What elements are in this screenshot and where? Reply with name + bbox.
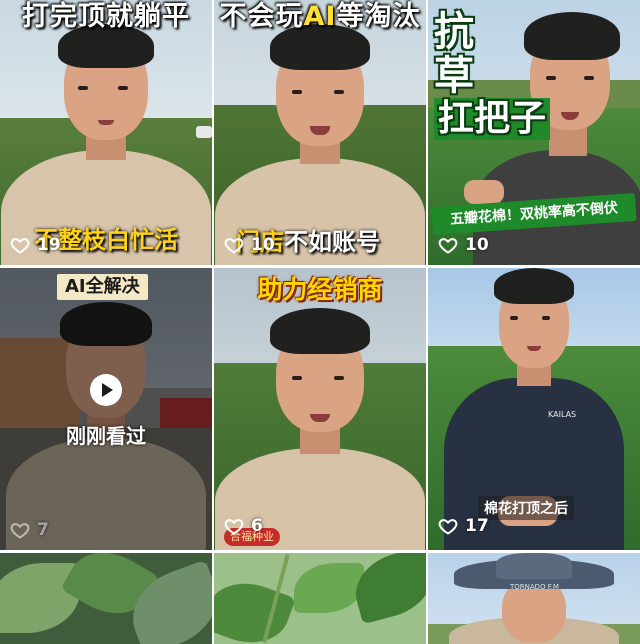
title-line: 抗 [434, 9, 474, 55]
heart-icon [224, 519, 244, 535]
top-caption: 打完顶就躺平 [22, 1, 190, 32]
sub-caption: 棉花打顶之后 [478, 496, 574, 520]
video-thumbnail [214, 553, 426, 644]
like-count: 6 [224, 516, 263, 536]
like-count: 10 [224, 235, 275, 255]
top-caption: 助力经销商 [257, 275, 383, 304]
like-number: 17 [465, 516, 489, 536]
top-caption: 不会玩AI等淘汰 [214, 0, 426, 33]
video-card[interactable] [214, 553, 426, 644]
title-line: 扛把子 [434, 98, 551, 140]
video-card[interactable]: AI全解决 刚刚看过 7 [0, 268, 212, 550]
video-thumbnail [0, 553, 212, 644]
top-caption-part2: 等淘汰 [336, 1, 421, 32]
video-card[interactable] [0, 553, 212, 644]
like-count: 10 [438, 235, 489, 255]
hat-logo: TORNADO F.M [510, 583, 559, 591]
ai-badge: AI全解决 [57, 274, 148, 300]
heart-icon [438, 519, 458, 535]
like-count: 19 [10, 235, 61, 255]
video-card[interactable]: TORNADO F.M [428, 553, 640, 644]
title-line: 草 [434, 53, 474, 99]
heart-icon [438, 238, 458, 254]
video-card[interactable]: 不会玩AI等淘汰 门店不如账号 10 [214, 0, 426, 265]
video-thumbnail [428, 553, 640, 644]
watched-overlay [0, 268, 212, 550]
video-title: 抗 草 扛把子 [434, 9, 551, 140]
like-count: 7 [10, 520, 49, 540]
video-card[interactable]: 抗 草 扛把子 五瓣花棉！双桃率高不倒伏 10 [428, 0, 640, 265]
video-thumbnail [214, 268, 426, 550]
jacket-logo: KAILAS [548, 410, 577, 419]
bottom-caption-text: 不如账号 [284, 228, 380, 256]
video-grid: 打完顶就躺平 不整枝白忙活 19 不会玩AI等淘汰 门店不如账号 10 抗 草 … [0, 0, 640, 644]
like-number: 10 [251, 235, 275, 255]
like-count: 17 [438, 516, 489, 536]
top-caption-part1: 不会玩 [219, 1, 304, 32]
play-icon[interactable] [90, 374, 122, 406]
like-number: 7 [37, 520, 49, 540]
like-number: 10 [465, 235, 489, 255]
recently-watched-label: 刚刚看过 [66, 424, 146, 448]
like-number: 19 [37, 235, 61, 255]
heart-icon [10, 238, 30, 254]
video-card[interactable]: 助力经销商 合福种业 6 [214, 268, 426, 550]
video-card[interactable]: 打完顶就躺平 不整枝白忙活 19 [0, 0, 212, 265]
video-card[interactable]: KAILAS 棉花打顶之后 17 [428, 268, 640, 550]
like-number: 6 [251, 516, 263, 536]
top-caption-highlight: AI [303, 1, 337, 32]
heart-icon [224, 238, 244, 254]
heart-icon [10, 523, 30, 539]
